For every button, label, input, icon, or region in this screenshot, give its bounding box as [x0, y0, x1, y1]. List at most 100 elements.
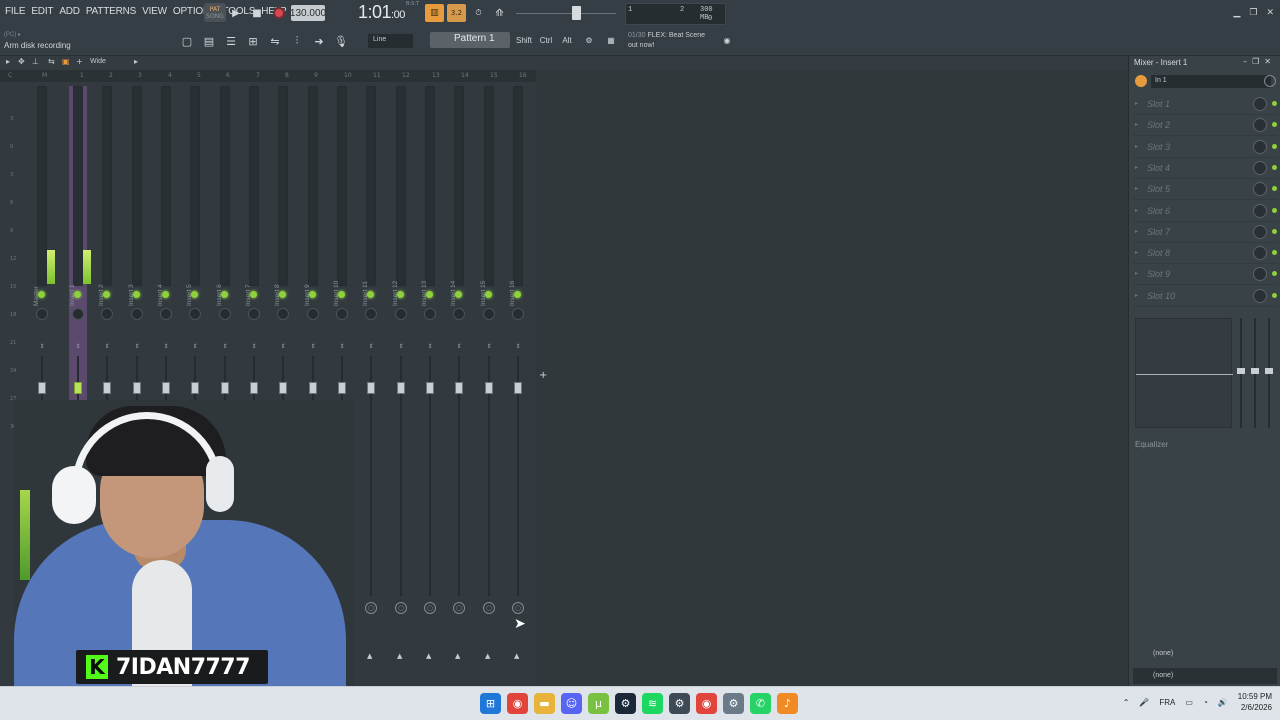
- track-send-arrow[interactable]: ▲: [455, 652, 460, 660]
- slot-enable-led[interactable]: [1272, 271, 1277, 277]
- track-volume-fader[interactable]: [485, 382, 493, 394]
- track-stereo-knob[interactable]: [131, 308, 143, 320]
- globe-icon[interactable]: ◉: [720, 32, 734, 48]
- track-stereo-knob[interactable]: [483, 308, 495, 320]
- track-mute-led[interactable]: [221, 291, 228, 298]
- browser-icon[interactable]: ⇋: [264, 30, 286, 52]
- arrows-icon[interactable]: ⇆: [48, 57, 55, 66]
- mixer-track-insert-15[interactable]: Insert 15 ○ ▲ ⇕: [480, 86, 498, 660]
- slot-mix-knob[interactable]: [1253, 160, 1267, 175]
- track-volume-fader[interactable]: [191, 382, 199, 394]
- effect-slot[interactable]: ▸ Slot 8: [1133, 243, 1277, 265]
- track-stereo-knob[interactable]: [424, 308, 436, 320]
- slot-enable-led[interactable]: [1272, 164, 1277, 170]
- eq-band-high-handle[interactable]: [1265, 368, 1273, 374]
- track-stereo-knob[interactable]: [512, 308, 524, 320]
- taskbar-clock[interactable]: 10:59 PM 2/6/2026: [1238, 691, 1272, 713]
- input-icon[interactable]: [1135, 75, 1147, 87]
- track-mute-led[interactable]: [338, 291, 345, 298]
- track-route-button[interactable]: ○: [453, 602, 465, 614]
- plugin-picker-icon[interactable]: ➜: [308, 30, 330, 52]
- track-stereo-knob[interactable]: [307, 308, 319, 320]
- slot-expand-icon[interactable]: ▸: [1135, 249, 1138, 256]
- track-mute-led[interactable]: [103, 291, 110, 298]
- shift-button[interactable]: Shift: [513, 32, 535, 48]
- effect-slot[interactable]: ▸ Slot 10: [1133, 286, 1277, 307]
- track-volume-fader[interactable]: [426, 382, 434, 394]
- track-pan-icon[interactable]: ⇕: [73, 344, 83, 350]
- master-volume-handle[interactable]: [572, 6, 581, 20]
- lock-icon[interactable]: ▢: [176, 30, 198, 52]
- track-pan-icon[interactable]: ⇕: [249, 344, 259, 350]
- track-stereo-knob[interactable]: [365, 308, 377, 320]
- track-pan-icon[interactable]: ⇕: [308, 344, 318, 350]
- track-volume-fader[interactable]: [279, 382, 287, 394]
- track-pan-icon[interactable]: ⇕: [366, 344, 376, 350]
- track-volume-fader[interactable]: [455, 382, 463, 394]
- track-volume-fader[interactable]: [397, 382, 405, 394]
- track-pan-icon[interactable]: ⇕: [484, 344, 494, 350]
- restore-icon[interactable]: ❐: [1249, 8, 1257, 18]
- track-stereo-knob[interactable]: [453, 308, 465, 320]
- track-stereo-knob[interactable]: [336, 308, 348, 320]
- slot-expand-icon[interactable]: ▸: [1135, 207, 1138, 214]
- wait-input-button[interactable]: ⏱: [469, 4, 488, 22]
- expand-icon[interactable]: ▸: [134, 57, 138, 66]
- equalizer-graph[interactable]: [1135, 318, 1233, 428]
- tray-chevron-icon[interactable]: ⌃: [1123, 698, 1130, 707]
- effect-slot[interactable]: ▸ Slot 1: [1133, 94, 1277, 115]
- track-route-button[interactable]: ○: [395, 602, 407, 614]
- mixer-track-insert-12[interactable]: Insert 12 ○ ▲ ⇕: [392, 86, 410, 660]
- send-select-1[interactable]: (none): [1133, 646, 1277, 662]
- track-pan-icon[interactable]: ⇕: [396, 344, 406, 350]
- effect-slot[interactable]: ▸ Slot 2: [1133, 115, 1277, 137]
- effect-slot[interactable]: ▸ Slot 6: [1133, 201, 1277, 222]
- track-send-arrow[interactable]: ▲: [485, 652, 490, 660]
- track-pan-icon[interactable]: ⇕: [190, 344, 200, 350]
- slot-enable-led[interactable]: [1272, 250, 1277, 256]
- slot-enable-led[interactable]: [1272, 122, 1277, 128]
- track-mute-led[interactable]: [38, 291, 45, 298]
- slot-mix-knob[interactable]: [1253, 246, 1267, 261]
- menu-edit[interactable]: EDIT: [28, 4, 56, 19]
- chrome-icon[interactable]: ◉: [696, 693, 717, 714]
- online-icon[interactable]: ⚙: [580, 32, 598, 48]
- track-volume-fader[interactable]: [250, 382, 258, 394]
- snap-mode-select[interactable]: Line: [368, 34, 413, 48]
- track-pan-icon[interactable]: ⇕: [425, 344, 435, 350]
- track-route-button[interactable]: ○: [365, 602, 377, 614]
- track-stereo-knob[interactable]: [101, 308, 113, 320]
- track-pan-icon[interactable]: ⇕: [161, 344, 171, 350]
- output-knob-icon[interactable]: [1264, 75, 1276, 87]
- track-send-arrow[interactable]: ▲: [397, 652, 402, 660]
- track-mute-led[interactable]: [279, 291, 286, 298]
- slot-mix-knob[interactable]: [1253, 224, 1267, 239]
- eq-band-low-handle[interactable]: [1237, 368, 1245, 374]
- step-edit-button[interactable]: 3.2: [447, 4, 466, 22]
- slot-enable-led[interactable]: [1272, 186, 1277, 192]
- mixer-view-label[interactable]: Wide: [90, 58, 106, 65]
- slot-expand-icon[interactable]: ▸: [1135, 185, 1138, 192]
- language-indicator[interactable]: FRA: [1159, 698, 1175, 707]
- stop-button[interactable]: ■: [250, 5, 264, 21]
- whatsapp-icon[interactable]: ✆: [750, 693, 771, 714]
- track-send-arrow[interactable]: ▲: [514, 652, 519, 660]
- track-send-arrow[interactable]: ▲: [426, 652, 431, 660]
- slot-mix-knob[interactable]: [1253, 97, 1267, 111]
- track-pan-icon[interactable]: ⇕: [220, 344, 230, 350]
- pattern-song-toggle[interactable]: PAT SONG: [204, 3, 226, 22]
- slot-enable-led[interactable]: [1272, 207, 1277, 213]
- record-button[interactable]: [271, 5, 287, 21]
- track-stereo-knob[interactable]: [160, 308, 172, 320]
- track-volume-fader[interactable]: [309, 382, 317, 394]
- menu-arrow-icon[interactable]: ▸: [6, 57, 10, 66]
- mixer-icon[interactable]: ⫶: [286, 30, 308, 52]
- mixer-track-insert-14[interactable]: Insert 14 ○ ▲ ⇕: [450, 86, 468, 660]
- utorrent-icon[interactable]: µ: [588, 693, 609, 714]
- slot-expand-icon[interactable]: ▸: [1135, 121, 1138, 128]
- slot-enable-led[interactable]: [1272, 143, 1277, 149]
- menu-file[interactable]: FILE: [2, 4, 28, 19]
- track-mute-led[interactable]: [426, 291, 433, 298]
- discord-icon[interactable]: ☺: [561, 693, 582, 714]
- pattern-selector[interactable]: Pattern 1: [430, 32, 510, 48]
